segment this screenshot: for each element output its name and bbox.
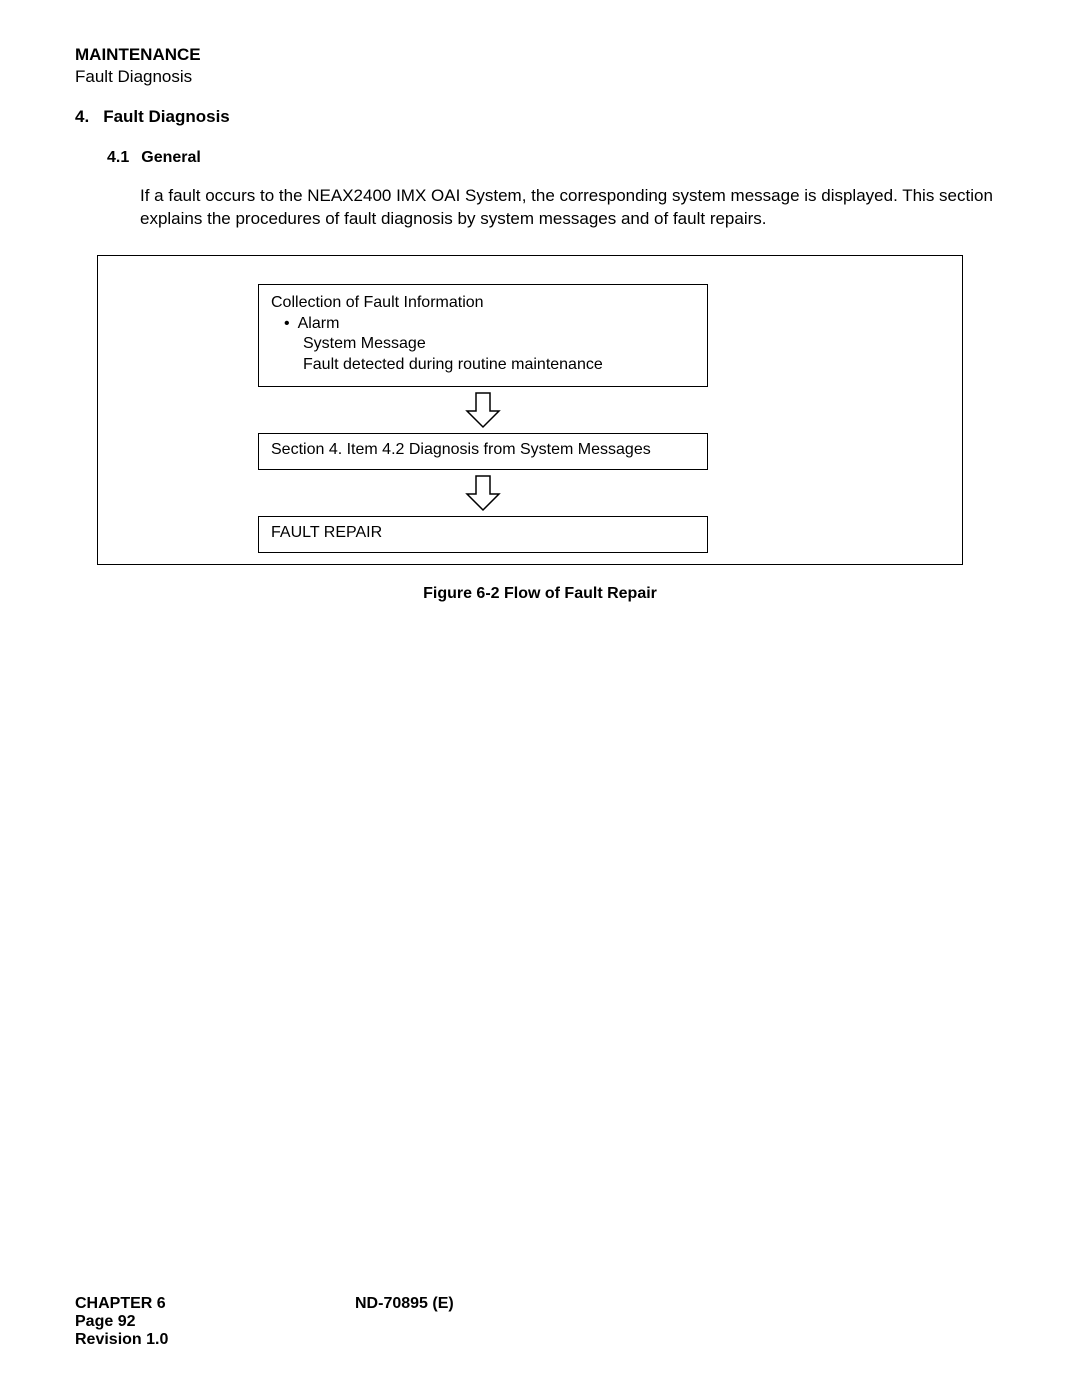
arrow-down-icon: [461, 474, 505, 514]
flow-box-2-text: Section 4. Item 4.2 Diagnosis from Syste…: [271, 441, 651, 458]
flow-box-1-line2: System Message: [303, 334, 695, 355]
flow-box-1-line3: Fault detected during routine maintenanc…: [303, 355, 695, 376]
section-number: 4.: [75, 107, 89, 127]
subsection-title: General: [141, 149, 201, 167]
bullet-icon: •: [284, 314, 290, 335]
flow-box-3: FAULT REPAIR: [258, 516, 708, 553]
flow-box-1-title: Collection of Fault Information: [271, 293, 695, 314]
section-heading: 4. Fault Diagnosis: [75, 107, 1005, 127]
subsection-number: 4.1: [107, 149, 129, 167]
figure-caption: Figure 6-2 Flow of Fault Repair: [75, 585, 1005, 603]
flow-box-2: Section 4. Item 4.2 Diagnosis from Syste…: [258, 433, 708, 470]
header-title: MAINTENANCE: [75, 45, 1005, 65]
footer-revision: Revision 1.0: [75, 1331, 355, 1349]
flow-box-3-text: FAULT REPAIR: [271, 524, 382, 541]
body-paragraph: If a fault occurs to the NEAX2400 IMX OA…: [140, 185, 1005, 231]
header-subtitle: Fault Diagnosis: [75, 67, 1005, 87]
footer-doc-id: ND-70895 (E): [355, 1295, 454, 1313]
page-footer: CHAPTER 6 Page 92 Revision 1.0 ND-70895 …: [75, 1295, 1005, 1349]
flow-box-1-bullet: Alarm: [298, 314, 340, 335]
footer-page: Page 92: [75, 1313, 355, 1331]
section-title: Fault Diagnosis: [103, 107, 230, 127]
subsection-heading: 4.1 General: [107, 149, 1005, 167]
footer-chapter: CHAPTER 6: [75, 1295, 355, 1313]
flow-diagram-frame: Collection of Fault Information • Alarm …: [97, 255, 963, 565]
arrow-down-icon: [461, 391, 505, 431]
flow-box-1: Collection of Fault Information • Alarm …: [258, 284, 708, 387]
